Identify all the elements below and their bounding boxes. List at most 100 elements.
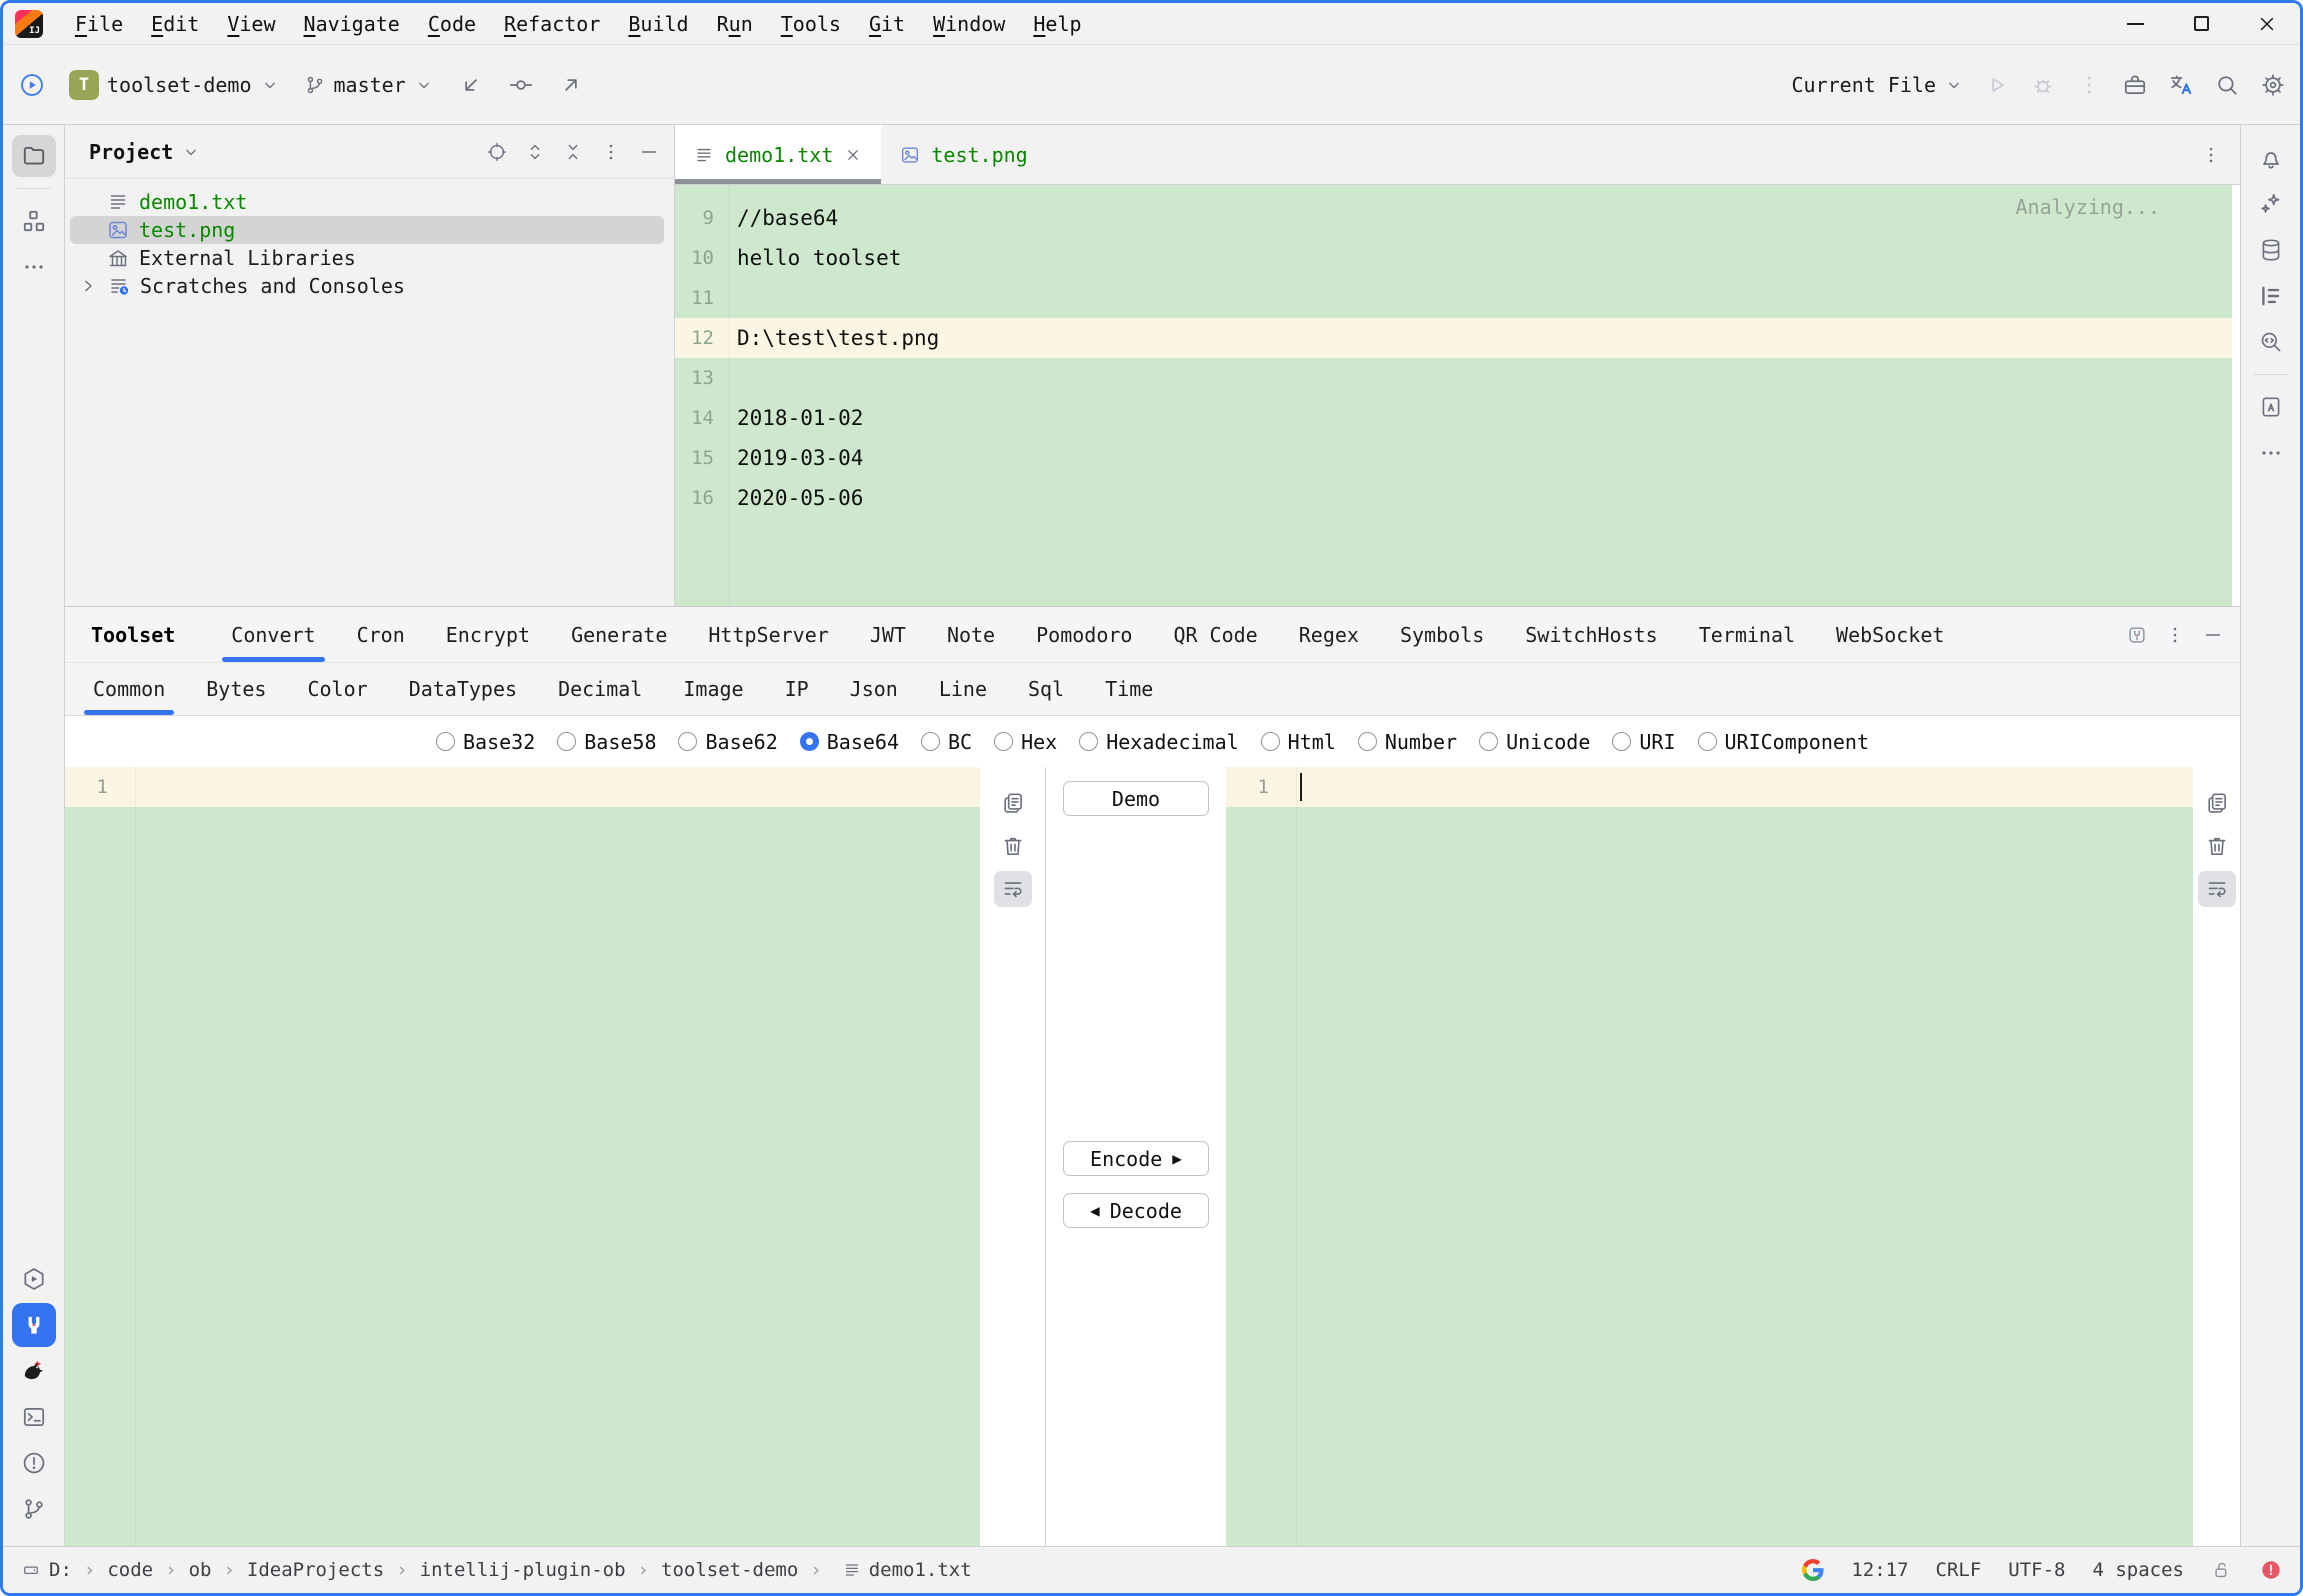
convert-subtab[interactable]: Decimal <box>556 663 644 715</box>
convert-subtab[interactable]: IP <box>783 663 811 715</box>
convert-subtab[interactable]: Color <box>305 663 369 715</box>
project-tool-button[interactable] <box>12 135 56 177</box>
toolwindow-tab[interactable]: Convert <box>229 607 317 662</box>
toolwindow-tab[interactable]: Symbols <box>1398 607 1486 662</box>
run-icon[interactable] <box>1984 72 2010 98</box>
convert-subtab[interactable]: Common <box>91 663 167 715</box>
tree-item-demo1-txt[interactable]: demo1.txt <box>70 188 664 216</box>
expand-all-icon[interactable] <box>524 141 546 163</box>
locate-file-icon[interactable] <box>486 141 508 163</box>
breadcrumb-item[interactable]: IdeaProjects <box>247 1559 420 1581</box>
menu-item[interactable]: Run <box>703 3 767 44</box>
encoding-radio[interactable]: Base32 <box>436 730 535 754</box>
encoding-radio[interactable]: Hex <box>994 730 1057 754</box>
google-translate-engine-icon[interactable] <box>1802 1559 1824 1581</box>
toolwindow-tab[interactable]: Generate <box>569 607 669 662</box>
git-commit-icon[interactable] <box>508 72 534 98</box>
encoding-radio[interactable]: Base62 <box>678 730 777 754</box>
more-tool-windows-button[interactable] <box>12 246 56 288</box>
convert-subtab[interactable]: Time <box>1103 663 1155 715</box>
encoding-radio[interactable]: Base64 <box>800 730 899 754</box>
tree-item-test-png[interactable]: test.png <box>70 216 664 244</box>
error-notification-icon[interactable] <box>2260 1559 2282 1581</box>
soft-wrap-output-button[interactable] <box>2198 871 2236 907</box>
project-panel-title[interactable]: Project <box>89 140 201 164</box>
demo-button[interactable]: Demo <box>1063 781 1209 816</box>
run-anything-icon[interactable] <box>19 72 45 98</box>
breadcrumb-item[interactable]: toolset-demo <box>661 1559 834 1581</box>
breadcrumb-item[interactable]: code <box>107 1559 188 1581</box>
encoding-radio[interactable]: Unicode <box>1479 730 1590 754</box>
git-push-icon[interactable] <box>558 72 584 98</box>
encoding-radio[interactable]: Html <box>1261 730 1336 754</box>
convert-subtab[interactable]: Line <box>937 663 989 715</box>
editor-tab-demo1-txt[interactable]: demo1.txt <box>675 125 881 184</box>
breadcrumb-item[interactable]: intellij-plugin-ob <box>420 1559 661 1581</box>
hide-panel-icon[interactable] <box>638 141 660 163</box>
menu-item[interactable]: Refactor <box>490 3 614 44</box>
editor-tab-test-png[interactable]: test.png <box>881 125 1045 184</box>
soft-wrap-input-button[interactable] <box>994 871 1032 907</box>
maximize-button[interactable] <box>2168 3 2234 44</box>
encoding-radio[interactable]: BC <box>921 730 972 754</box>
toolwindow-tab[interactable]: JWT <box>868 607 908 662</box>
indent-widget[interactable]: 4 spaces <box>2092 1559 2184 1581</box>
bird-plugin-button[interactable] <box>12 1350 56 1392</box>
breadcrumb-file[interactable]: demo1.txt <box>842 1559 972 1581</box>
notifications-button[interactable] <box>2249 137 2293 179</box>
convert-subtab[interactable]: Image <box>681 663 745 715</box>
menu-item[interactable]: Navigate <box>290 3 414 44</box>
database-button[interactable] <box>2249 229 2293 271</box>
minimize-button[interactable] <box>2102 3 2168 44</box>
convert-output-editor[interactable]: 1 <box>1226 767 2193 1546</box>
encoding-widget[interactable]: UTF-8 <box>2008 1559 2065 1581</box>
clear-input-button[interactable] <box>994 828 1032 864</box>
toolbox-icon[interactable] <box>2122 72 2148 98</box>
toolwindow-tab[interactable]: Terminal <box>1697 607 1797 662</box>
convert-subtab[interactable]: Json <box>848 663 900 715</box>
project-widget[interactable]: T toolset-demo <box>69 70 280 100</box>
toolwindow-tab[interactable]: Encrypt <box>444 607 532 662</box>
clear-output-button[interactable] <box>2198 828 2236 864</box>
encoding-radio[interactable]: Number <box>1358 730 1457 754</box>
run-configuration-selector[interactable]: Current File <box>1792 73 1965 97</box>
terminal-tool-button[interactable] <box>12 1396 56 1438</box>
toolwindow-tab[interactable]: Regex <box>1297 607 1361 662</box>
toolwindow-options-kebab-icon[interactable] <box>2164 624 2186 646</box>
menu-item[interactable]: File <box>61 3 137 44</box>
convert-input-editor[interactable]: 1 <box>65 767 980 1546</box>
menu-item[interactable]: Edit <box>137 3 213 44</box>
more-right-tools-button[interactable] <box>2249 432 2293 474</box>
breadcrumb-item[interactable]: D: <box>49 1559 107 1581</box>
tab-options-kebab-icon[interactable] <box>2200 144 2222 166</box>
encoding-radio[interactable]: Hexadecimal <box>1079 730 1238 754</box>
code-area[interactable]: 8 9 //base64 <box>675 185 2232 606</box>
services-tool-button[interactable] <box>12 1258 56 1300</box>
translate-icon[interactable] <box>2168 72 2194 98</box>
toolwindow-tab[interactable]: SwitchHosts <box>1523 607 1659 662</box>
toolwindow-tab[interactable]: Cron <box>355 607 407 662</box>
documentation-button[interactable] <box>2249 386 2293 428</box>
close-button[interactable] <box>2234 3 2300 44</box>
options-kebab-icon[interactable] <box>600 141 622 163</box>
toolwindow-tab[interactable]: Pomodoro <box>1034 607 1134 662</box>
convert-subtab[interactable]: Sql <box>1026 663 1066 715</box>
copy-output-button[interactable] <box>2198 785 2236 821</box>
editor-scrollbar[interactable] <box>2232 185 2240 606</box>
ai-assistant-button[interactable] <box>2249 183 2293 225</box>
structure-button[interactable] <box>2249 275 2293 317</box>
lock-open-icon[interactable] <box>2211 1559 2233 1581</box>
clock-widget[interactable]: 12:17 <box>1851 1559 1908 1581</box>
copy-input-button[interactable] <box>994 785 1032 821</box>
convert-subtab[interactable]: DataTypes <box>407 663 519 715</box>
toolwindow-tab[interactable]: QR Code <box>1171 607 1259 662</box>
tree-item-external-libraries[interactable]: External Libraries <box>70 244 664 272</box>
menu-item[interactable]: Help <box>1019 3 1095 44</box>
menu-item[interactable]: Code <box>414 3 490 44</box>
modules-tool-button[interactable] <box>12 200 56 242</box>
close-tab-icon[interactable] <box>843 145 863 165</box>
toolwindow-tab[interactable]: Note <box>945 607 997 662</box>
more-actions-icon[interactable] <box>2076 72 2102 98</box>
encoding-radio[interactable]: URIComponent <box>1698 730 1870 754</box>
line-ending-widget[interactable]: CRLF <box>1936 1559 1982 1581</box>
